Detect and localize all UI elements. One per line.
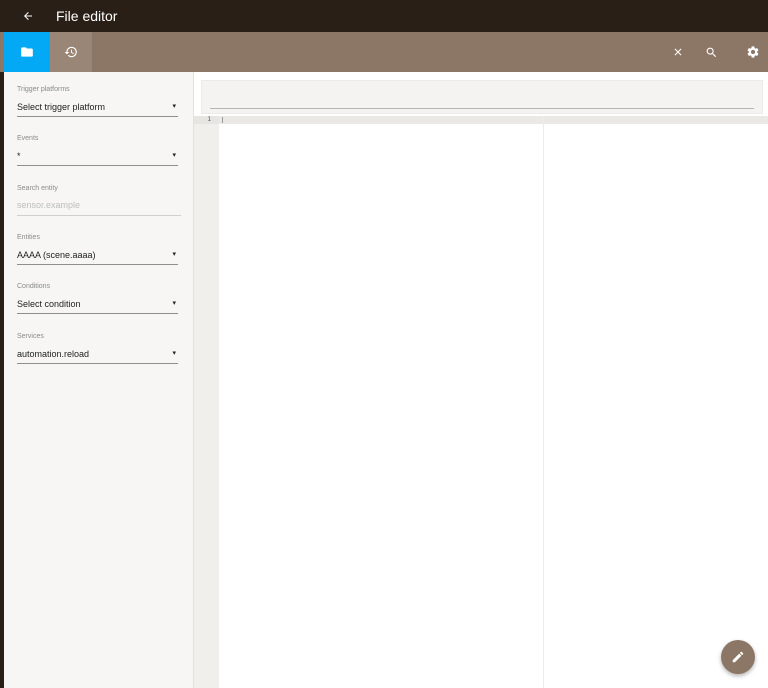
print-margin — [543, 116, 544, 688]
dropdown-caret-icon: ▾ — [172, 350, 176, 357]
conditions-value: Select condition — [17, 299, 81, 309]
text-cursor — [222, 117, 223, 123]
services-dropdown[interactable]: automation.reload ▾ — [17, 348, 178, 364]
search-entity-label: Search entity — [17, 185, 58, 192]
dropdown-caret-icon: ▾ — [172, 152, 176, 159]
search-entity-input[interactable]: sensor.example — [17, 200, 181, 216]
services-value: automation.reload — [17, 349, 90, 359]
settings-button[interactable] — [742, 32, 764, 72]
active-line-highlight — [219, 116, 768, 124]
search-button[interactable] — [700, 32, 722, 72]
events-field: Events * ▾ — [17, 135, 178, 166]
app-header: File editor — [0, 0, 768, 32]
back-button[interactable] — [20, 8, 36, 24]
services-field: Services automation.reload ▾ — [17, 333, 178, 364]
page-title: File editor — [56, 8, 118, 24]
services-label: Services — [17, 333, 44, 340]
file-path-bar[interactable] — [201, 80, 763, 114]
line-number-gutter: 1 — [194, 116, 219, 688]
conditions-field: Conditions Select condition ▾ — [17, 283, 178, 314]
events-dropdown[interactable]: * ▾ — [17, 150, 178, 166]
pencil-edit-icon — [732, 651, 744, 663]
dropdown-caret-icon: ▾ — [172, 300, 176, 307]
entities-field: Entities AAAA (scene.aaaa) ▾ — [17, 234, 178, 265]
search-icon — [706, 47, 716, 57]
close-button[interactable] — [668, 32, 688, 72]
toolbar — [0, 32, 768, 72]
settings-gear-icon — [747, 46, 759, 58]
close-icon — [674, 48, 682, 56]
conditions-label: Conditions — [17, 283, 51, 290]
events-value: * — [17, 151, 21, 161]
arrow-back-icon — [24, 12, 32, 20]
search-entity-field: Search entity sensor.example — [17, 185, 181, 216]
file-path-underline — [210, 108, 754, 109]
trigger-platforms-label: Trigger platforms — [17, 86, 70, 93]
line-number: 1 — [207, 116, 211, 123]
entities-dropdown[interactable]: AAAA (scene.aaaa) ▾ — [17, 249, 178, 265]
history-icon — [64, 46, 77, 58]
dropdown-caret-icon: ▾ — [172, 103, 176, 110]
entities-label: Entities — [17, 234, 40, 241]
entities-value: AAAA (scene.aaaa) — [17, 250, 96, 260]
trigger-platforms-field: Trigger platforms Select trigger platfor… — [17, 86, 178, 117]
dropdown-caret-icon: ▾ — [172, 251, 176, 258]
edit-fab-button[interactable] — [721, 640, 755, 674]
code-editor[interactable] — [219, 124, 768, 688]
history-button[interactable] — [50, 32, 92, 72]
conditions-dropdown[interactable]: Select condition ▾ — [17, 298, 178, 314]
events-label: Events — [17, 135, 39, 142]
file-browser-button[interactable] — [4, 32, 50, 72]
folder-icon — [21, 47, 33, 57]
trigger-platforms-value: Select trigger platform — [17, 102, 106, 112]
trigger-platforms-dropdown[interactable]: Select trigger platform ▾ — [17, 101, 178, 117]
sidebar: Trigger platforms Select trigger platfor… — [4, 72, 194, 688]
